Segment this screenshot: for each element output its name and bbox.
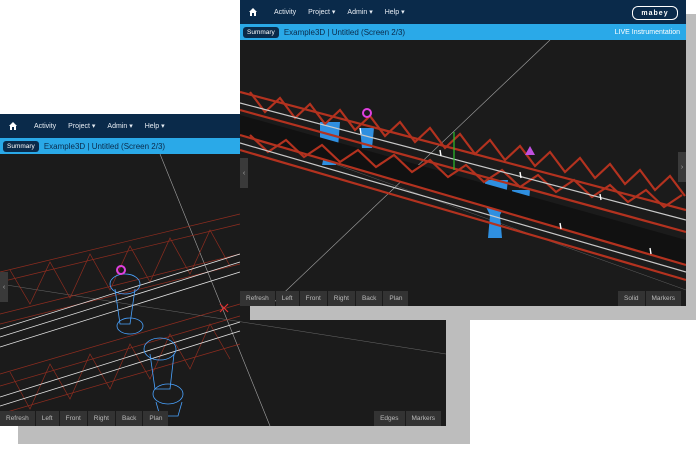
front-window: Activity Project ▾ Admin ▾ Help ▾ mabey … — [240, 0, 686, 306]
nav-admin[interactable]: Admin ▾ — [107, 122, 132, 130]
view-button-bar: Refresh Left Front Right Back Plan — [0, 411, 169, 426]
nav-project[interactable]: Project ▾ — [308, 8, 335, 16]
home-icon[interactable] — [4, 114, 22, 138]
solid-button[interactable]: Solid — [618, 291, 645, 306]
view-plan-button[interactable]: Plan — [143, 411, 169, 426]
markers-button[interactable]: Markers — [645, 291, 681, 306]
chevron-left-icon: ‹ — [242, 169, 246, 177]
home-icon[interactable] — [244, 0, 262, 24]
chevron-left-icon: ‹ — [2, 283, 6, 291]
chevron-right-icon: › — [680, 163, 684, 171]
refresh-button[interactable]: Refresh — [0, 411, 35, 426]
live-status: LIVE Instrumentation — [614, 28, 680, 36]
mabey-logo: mabey — [632, 6, 678, 20]
summary-button[interactable]: Summary — [243, 26, 279, 38]
nav-admin[interactable]: Admin ▾ — [347, 8, 372, 16]
nav-activity[interactable]: Activity — [274, 9, 296, 16]
markers-button[interactable]: Markers — [405, 411, 441, 426]
3d-viewport-solid[interactable]: ‹ › Refresh Left Front Right Back Plan S… — [240, 39, 686, 306]
summary-button[interactable]: Summary — [3, 140, 39, 152]
nav-help[interactable]: Help ▾ — [145, 122, 165, 130]
expand-right-handle[interactable]: › — [678, 152, 686, 182]
nav-project[interactable]: Project ▾ — [68, 122, 95, 130]
view-right-button[interactable]: Right — [327, 291, 355, 306]
mode-button-bar: Solid Markers — [618, 291, 682, 306]
view-right-button[interactable]: Right — [87, 411, 115, 426]
collapse-left-handle[interactable]: ‹ — [0, 272, 8, 302]
view-back-button[interactable]: Back — [355, 291, 383, 306]
front-subbar: Summary Example3D | Untitled (Screen 2/3… — [240, 24, 686, 40]
nav-help[interactable]: Help ▾ — [385, 8, 405, 16]
nav-activity[interactable]: Activity — [34, 123, 56, 130]
edges-button[interactable]: Edges — [374, 411, 405, 426]
breadcrumb: Example3D | Untitled (Screen 2/3) — [283, 27, 406, 37]
view-left-button[interactable]: Left — [35, 411, 59, 426]
collapse-left-handle[interactable]: ‹ — [240, 158, 248, 188]
breadcrumb: Example3D | Untitled (Screen 2/3) — [43, 141, 166, 151]
view-plan-button[interactable]: Plan — [383, 291, 409, 306]
refresh-button[interactable]: Refresh — [240, 291, 275, 306]
mode-button-bar: Edges Markers — [374, 411, 442, 426]
front-navbar: Activity Project ▾ Admin ▾ Help ▾ mabey — [240, 0, 686, 24]
view-button-bar: Refresh Left Front Right Back Plan — [240, 291, 409, 306]
solid-bridge-scene — [240, 39, 686, 306]
view-front-button[interactable]: Front — [299, 291, 327, 306]
view-front-button[interactable]: Front — [59, 411, 87, 426]
view-left-button[interactable]: Left — [275, 291, 299, 306]
view-back-button[interactable]: Back — [115, 411, 143, 426]
